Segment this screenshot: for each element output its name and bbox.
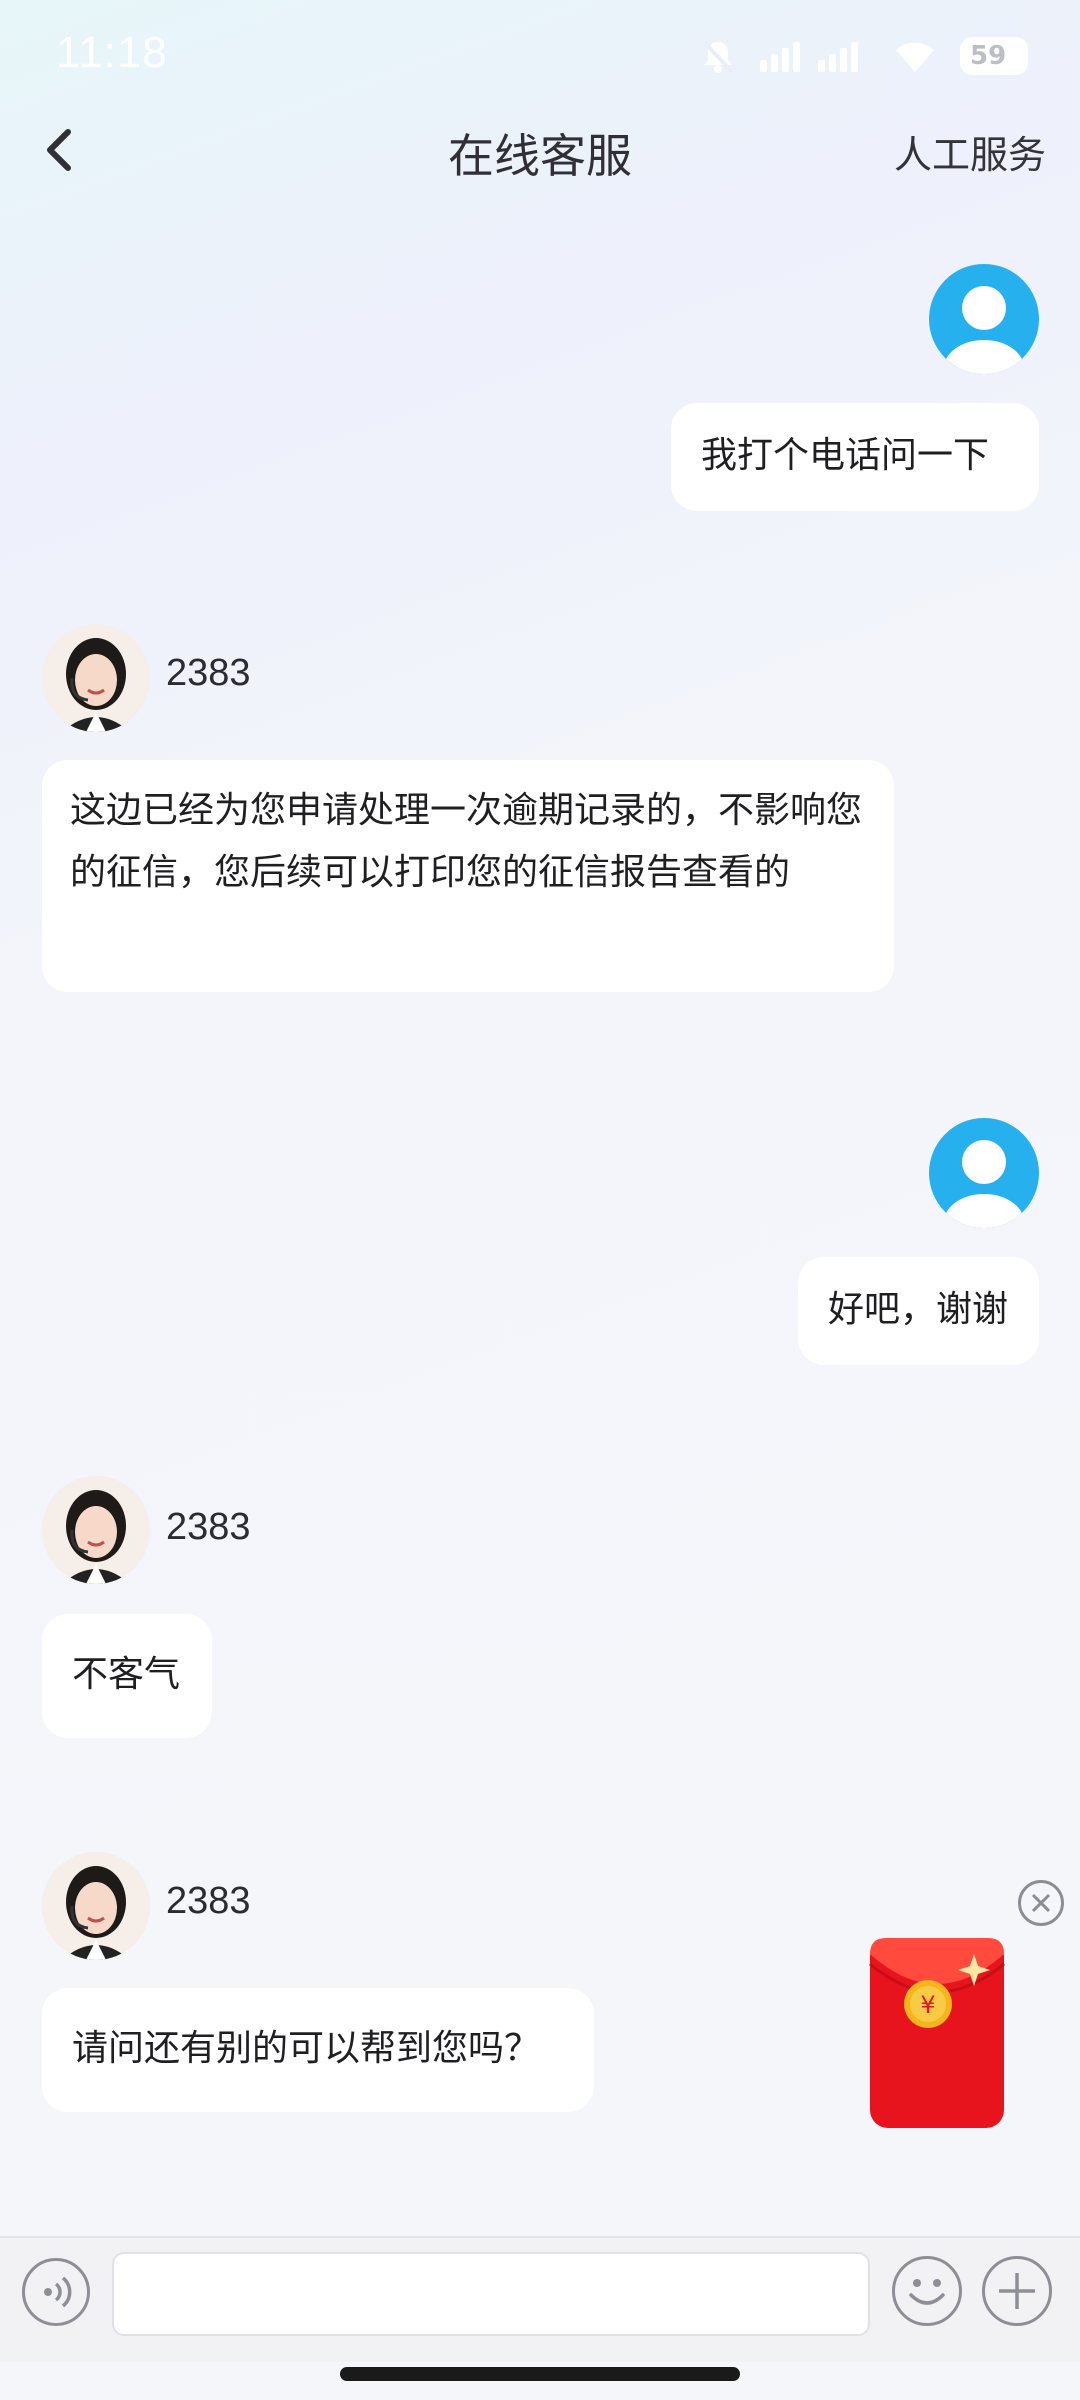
status-time: 11:18	[56, 28, 168, 77]
packet-symbol: ¥	[920, 1991, 935, 2019]
emoji-button[interactable]	[892, 2256, 962, 2326]
plus-button[interactable]	[982, 2256, 1052, 2326]
emoji-icon	[909, 2279, 945, 2305]
red-envelope-icon: ¥	[869, 1938, 1005, 2128]
user-avatar[interactable]	[929, 1118, 1039, 1228]
agent-avatar[interactable]	[42, 624, 150, 732]
agent-avatar[interactable]	[42, 1476, 150, 1584]
agent-headset-icon	[42, 624, 150, 732]
home-indicator[interactable]	[340, 2367, 740, 2381]
voice-icon	[44, 2276, 72, 2308]
agent-name: 2383	[166, 1506, 251, 1548]
signal-icon	[760, 42, 858, 72]
input-bar	[0, 2236, 1080, 2362]
red-packet-button[interactable]: ¥	[862, 1924, 1012, 2134]
message-bubble-user[interactable]: 好吧，谢谢	[798, 1257, 1039, 1365]
agent-name: 2383	[166, 652, 251, 694]
agent-headset-icon	[42, 1476, 150, 1584]
user-icon	[944, 286, 1024, 374]
message-bubble-user[interactable]: 我打个电话问一下	[671, 403, 1039, 511]
user-icon	[944, 1140, 1024, 1228]
agent-name: 2383	[166, 1880, 251, 1922]
close-icon[interactable]	[1018, 1880, 1064, 1926]
header: 在线客服 人工服务	[0, 100, 1080, 200]
bell-muted-icon	[702, 40, 734, 74]
agent-headset-icon	[42, 1852, 150, 1960]
battery-icon: 59	[960, 37, 1028, 75]
user-avatar[interactable]	[929, 264, 1039, 374]
battery-level: 59	[970, 41, 1007, 71]
message-bubble-agent[interactable]: 这边已经为您申请处理一次逾期记录的，不影响您的征信，您后续可以打印您的征信报告查…	[42, 760, 894, 992]
message-bubble-agent[interactable]: 不客气	[42, 1614, 212, 1738]
agent-avatar[interactable]	[42, 1852, 150, 1960]
human-service-button[interactable]: 人工服务	[894, 124, 1046, 179]
message-bubble-agent[interactable]: 请问还有别的可以帮到您吗？	[42, 1988, 594, 2112]
message-input[interactable]	[112, 2252, 870, 2336]
plus-circle-icon	[999, 2273, 1035, 2309]
voice-button[interactable]	[22, 2258, 90, 2326]
status-icons: 59	[698, 32, 1028, 80]
wifi-icon	[896, 42, 934, 72]
